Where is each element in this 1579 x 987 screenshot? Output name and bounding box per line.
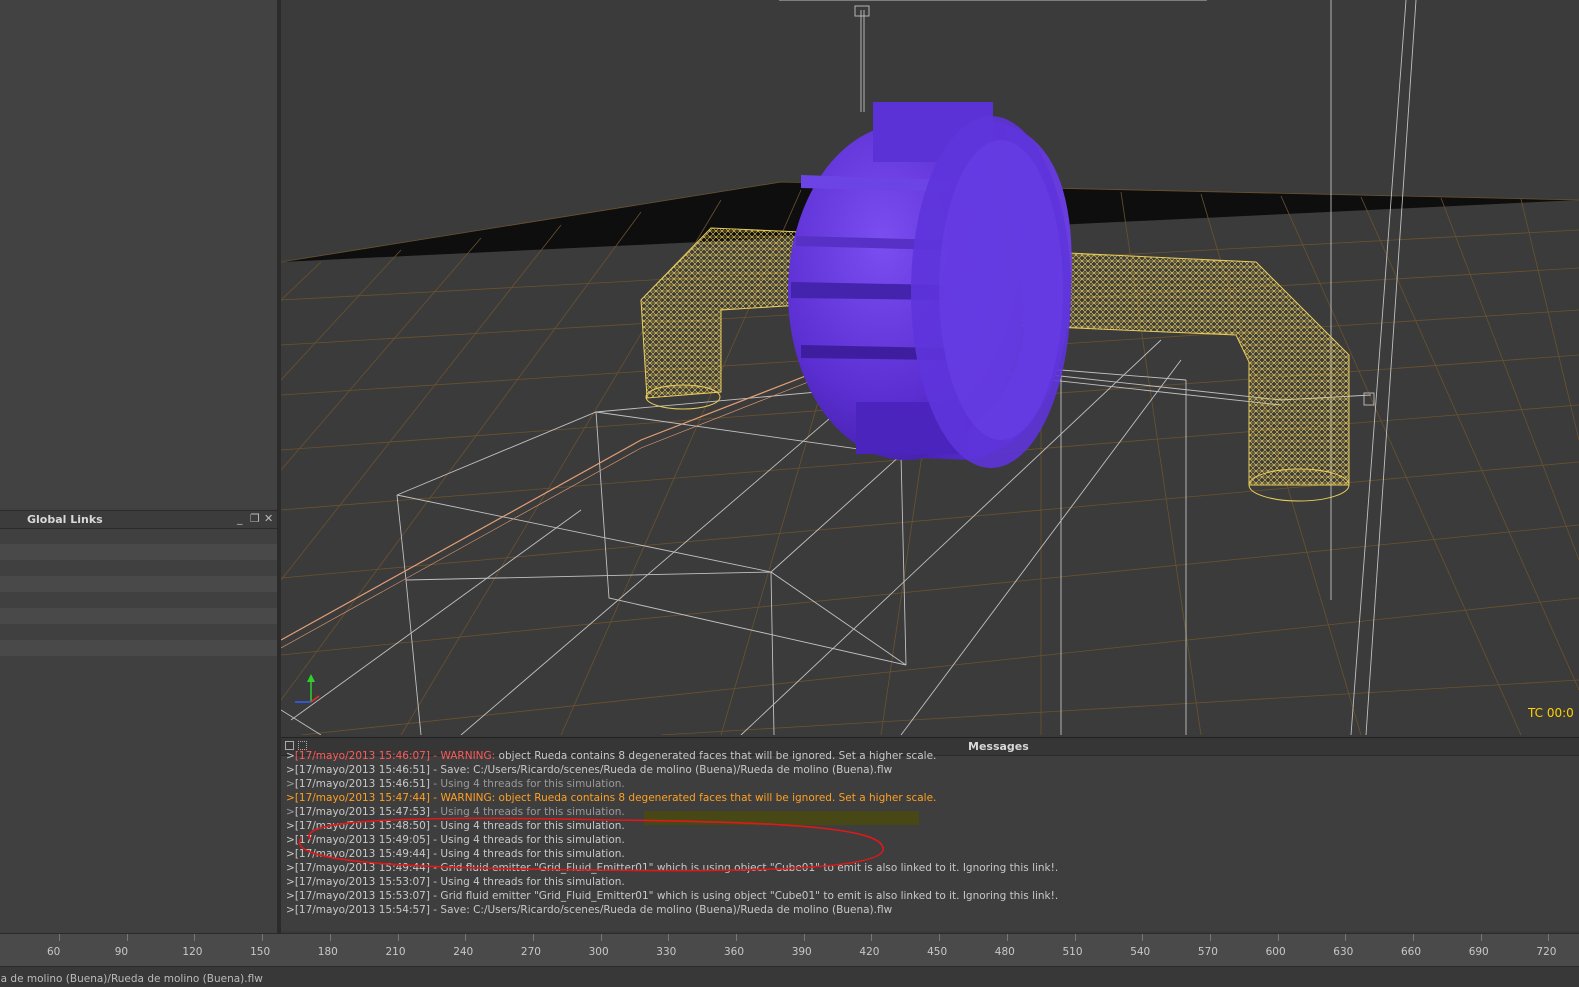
timeline-tick — [600, 934, 602, 941]
timeline-label: 390 — [791, 946, 812, 958]
message-timestamp: [17/mayo/2013 15:46:51] — [294, 764, 430, 776]
viewport-scene — [281, 0, 1579, 735]
messages-panel: Messages >[17/mayo/2013 15:46:07] - WARN… — [281, 737, 1579, 931]
viewport-3d[interactable]: TC 00:0 — [281, 0, 1579, 735]
global-links-title: Global Links — [27, 513, 103, 526]
global-link-row[interactable] — [0, 544, 277, 560]
timeline-label: 60 — [47, 946, 61, 958]
close-icon[interactable]: ✕ — [264, 512, 273, 525]
pipe-left — [640, 227, 802, 410]
timecode-readout: TC 00:0 — [1528, 706, 1574, 720]
message-text: - Save: C:/Users/Ricardo/scenes/Rueda de… — [429, 764, 893, 776]
message-prompt: > — [286, 764, 295, 776]
timeline-label: 90 — [114, 946, 129, 958]
minimize-icon[interactable]: _ — [237, 512, 243, 525]
timeline-ruler[interactable]: 60 90 120 150 180 210 240 270 300 330 360 390 420 450… — [0, 933, 1579, 966]
message-text: object Rueda contains 8 degenerated face… — [495, 750, 937, 762]
timeline-label: 120 — [182, 946, 203, 958]
restore-icon[interactable]: ❐ — [250, 512, 260, 525]
message-level: WARNING: — [440, 750, 496, 762]
timeline-tick — [532, 934, 534, 941]
timeline-tick — [1277, 934, 1279, 941]
message-row[interactable]: >[17/mayo/2013 15:46:07] - WARNING: obje… — [286, 749, 1576, 763]
timeline-label: 720 — [1536, 946, 1557, 958]
global-link-row[interactable] — [0, 640, 277, 656]
timeline-tick — [465, 934, 467, 941]
timeline-label: 270 — [520, 946, 541, 958]
timeline-tick — [1345, 934, 1347, 941]
timeline-label: 330 — [656, 946, 677, 958]
timeline-label: 480 — [994, 946, 1015, 958]
timeline-label: 630 — [1333, 946, 1354, 958]
global-links-list[interactable] — [0, 528, 277, 656]
global-link-row[interactable] — [0, 528, 277, 544]
timeline-label: 150 — [250, 946, 271, 958]
timeline-label: 180 — [317, 946, 338, 958]
message-prompt: > — [286, 750, 295, 762]
timeline-tick — [329, 934, 331, 941]
message-separator: - — [429, 750, 441, 762]
message-row[interactable]: >[17/mayo/2013 15:53:07] - Grid fluid em… — [286, 889, 1576, 903]
timeline-label: 570 — [1197, 946, 1218, 958]
message-timestamp: [17/mayo/2013 15:53:07] — [294, 890, 430, 902]
water-wheel — [788, 102, 1072, 468]
axis-gizmo[interactable] — [295, 674, 320, 703]
timeline-tick — [59, 934, 60, 941]
timeline-label: 660 — [1401, 946, 1422, 958]
timeline-tick — [1209, 934, 1211, 941]
status-file-path: da de molino (Buena)/Rueda de molino (Bu… — [0, 973, 263, 985]
timeline-label: 240 — [453, 946, 474, 958]
message-text: - Grid fluid emitter "Grid_Fluid_Emitter… — [429, 890, 1059, 902]
timeline-tick — [736, 934, 737, 941]
timeline-label: 540 — [1130, 946, 1151, 958]
timeline-tick — [194, 934, 196, 941]
message-timestamp: [17/mayo/2013 15:54:57] — [294, 904, 430, 916]
timeline-tick — [1142, 934, 1144, 941]
timeline-tick — [803, 934, 805, 941]
timeline-tick — [871, 934, 873, 941]
timeline-label: 690 — [1468, 946, 1489, 958]
global-link-row[interactable] — [0, 592, 277, 608]
message-prompt: > — [286, 890, 295, 902]
timeline-tick — [126, 934, 128, 941]
timeline-label: 600 — [1265, 946, 1286, 958]
message-row[interactable]: >[17/mayo/2013 15:54:57] - Save: C:/User… — [286, 903, 1576, 917]
timeline-tick — [1480, 934, 1482, 941]
timeline-tick — [1413, 934, 1414, 941]
message-row[interactable]: >[17/mayo/2013 15:46:51] - Save: C:/User… — [286, 763, 1576, 777]
global-link-row[interactable] — [0, 608, 277, 624]
message-prompt: > — [286, 904, 295, 916]
message-timestamp: [17/mayo/2013 15:46:07] — [294, 750, 430, 762]
timeline-tick — [1006, 934, 1008, 941]
timeline-label: 360 — [724, 946, 745, 958]
timeline-label: 510 — [1062, 946, 1083, 958]
timeline-label: 420 — [859, 946, 880, 958]
global-link-row[interactable] — [0, 560, 277, 576]
status-bar: da de molino (Buena)/Rueda de molino (Bu… — [0, 966, 1579, 987]
timeline-label: 210 — [385, 946, 406, 958]
timeline-tick — [397, 934, 399, 941]
message-text: - Save: C:/Users/Ricardo/scenes/Rueda de… — [429, 904, 893, 916]
timeline-tick — [668, 934, 670, 941]
timeline-tick — [262, 934, 264, 941]
annotation-ellipse — [298, 817, 884, 872]
global-link-row[interactable] — [0, 624, 277, 640]
global-links-header: Global Links _ ❐ ✕ — [0, 510, 277, 529]
timeline-tick — [1548, 934, 1550, 941]
timeline-label: 300 — [588, 946, 609, 958]
timeline-label: 450 — [927, 946, 948, 958]
global-link-row[interactable] — [0, 576, 277, 592]
node-editor-panel[interactable] — [0, 0, 277, 508]
timeline-tick — [1074, 934, 1076, 941]
timeline-tick — [939, 934, 941, 941]
